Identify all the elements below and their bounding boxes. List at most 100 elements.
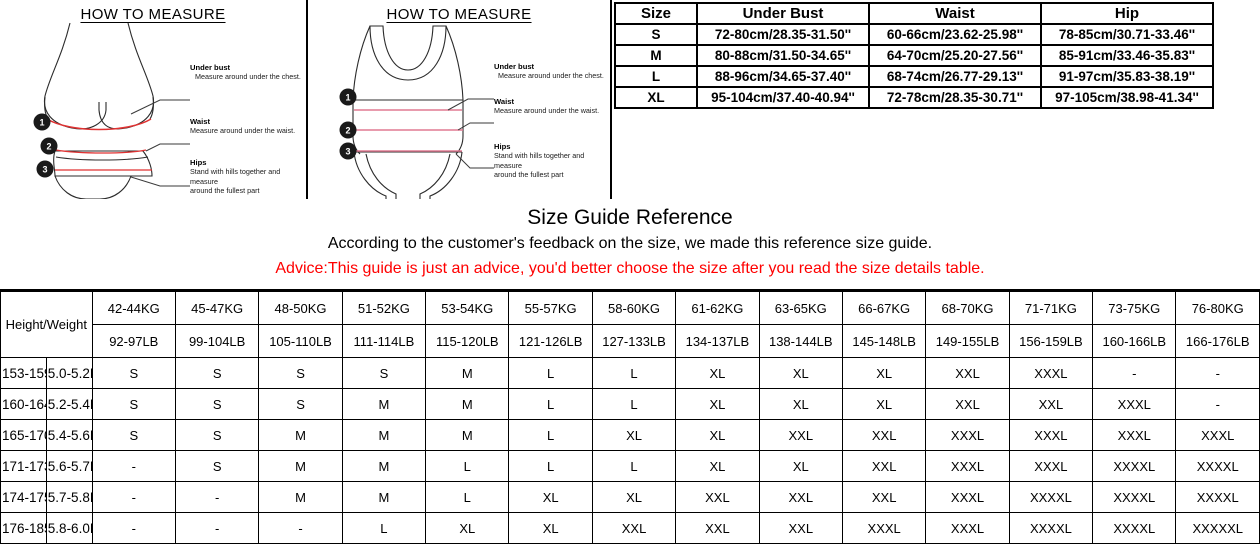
- marker-3-bikini: 3: [36, 160, 54, 178]
- size-cell: XXL: [591, 512, 677, 544]
- size-cell: XXL: [841, 419, 927, 451]
- label-heading: Under bust: [190, 63, 231, 72]
- size-cell: L: [425, 481, 510, 513]
- size-cell: S: [258, 357, 343, 389]
- size-cell: XXXXL: [1092, 481, 1177, 513]
- weight-lb-cell: 134-137LB: [675, 324, 760, 358]
- weight-lb-cell: 149-155LB: [925, 324, 1010, 358]
- label-desc-line1: Stand with hills together and measure: [190, 167, 281, 186]
- table-row: 165-170CM 5.4-5.6FT S S M M M L XL XL XX…: [0, 419, 1260, 451]
- size-cell: S: [174, 357, 260, 389]
- size-cell: XXXXL: [1008, 512, 1094, 544]
- label-desc: Measure around under the chest.: [195, 72, 301, 82]
- cell-waist: 68-74cm/26.77-29.13'': [868, 65, 1042, 88]
- weight-lb-cell: 92-97LB: [91, 324, 176, 358]
- size-cell: XXL: [925, 388, 1010, 420]
- header-under-bust: Under Bust: [696, 2, 870, 25]
- weight-kg-cell: 61-62KG: [675, 291, 760, 325]
- weight-lb-header-row: 92-97LB 99-104LB 105-110LB 111-114LB 115…: [1, 324, 1260, 358]
- label-desc: Measure around under the waist.: [494, 106, 600, 116]
- weight-kg-cell: 45-47KG: [174, 291, 260, 325]
- label-heading: Waist: [494, 97, 514, 106]
- weight-lb-cell: 138-144LB: [758, 324, 843, 358]
- height-cm-cell: 176-185CM: [0, 512, 47, 544]
- size-cell: XL: [508, 481, 593, 513]
- size-cell: XXL: [925, 357, 1010, 389]
- size-cell: XL: [758, 388, 843, 420]
- weight-kg-cell: 76-80KG: [1175, 291, 1260, 325]
- size-cell: XXXL: [1175, 419, 1260, 451]
- table-row: 176-185CM 5.8-6.0FT - - - L XL XL XXL XX…: [0, 512, 1260, 544]
- cell-hip: 78-85cm/30.71-33.46'': [1040, 23, 1214, 46]
- cell-hip: 97-105cm/38.98-41.34'': [1040, 86, 1214, 109]
- size-cell: XXXL: [925, 481, 1010, 513]
- size-cell: S: [174, 419, 260, 451]
- size-cell: M: [258, 481, 343, 513]
- size-cell: XXL: [758, 419, 843, 451]
- size-detail-table-wrap: Size Under Bust Waist Hip S 72-80cm/28.3…: [612, 0, 1260, 199]
- size-cell: XXXL: [1092, 388, 1177, 420]
- size-cell: L: [508, 388, 593, 420]
- size-cell: XL: [675, 450, 760, 482]
- size-cell: XXL: [841, 481, 927, 513]
- label-desc-line1: Stand with hills together and measure: [494, 151, 585, 170]
- cell-under-bust: 80-88cm/31.50-34.65'': [696, 44, 870, 67]
- weight-lb-cell: 105-110LB: [258, 324, 343, 358]
- height-cm-cell: 153-159CM: [0, 357, 47, 389]
- size-cell: L: [341, 512, 427, 544]
- size-cell: M: [425, 357, 510, 389]
- height-cm-cell: 165-170CM: [0, 419, 47, 451]
- cell-size: L: [614, 65, 698, 88]
- label-hips-onepiece: Hips Stand with hills together and measu…: [494, 142, 610, 180]
- marker-1-onepiece: 1: [339, 88, 357, 106]
- size-cell: -: [1175, 357, 1260, 389]
- size-cell: L: [508, 419, 593, 451]
- weight-kg-cell: 42-44KG: [91, 291, 176, 325]
- size-cell: -: [258, 512, 343, 544]
- label-waist-bikini: Waist Measure around under the waist.: [190, 117, 295, 136]
- size-cell: XL: [591, 419, 677, 451]
- size-cell: M: [341, 388, 427, 420]
- cell-under-bust: 88-96cm/34.65-37.40'': [696, 65, 870, 88]
- size-cell: S: [91, 388, 176, 420]
- size-cell: XL: [675, 357, 760, 389]
- height-cm-cell: 174-175CM: [0, 481, 47, 513]
- size-cell: XL: [841, 388, 927, 420]
- size-cell: S: [258, 388, 343, 420]
- size-cell: S: [91, 419, 176, 451]
- reference-advice: Advice:This guide is just an advice, you…: [275, 260, 985, 278]
- size-cell: M: [341, 481, 427, 513]
- height-ft-cell: 5.7-5.8FT: [45, 481, 93, 513]
- size-cell: XXXL: [841, 512, 927, 544]
- label-desc-line2: around the fullest part: [190, 186, 260, 196]
- table-row: L 88-96cm/34.65-37.40'' 68-74cm/26.77-29…: [614, 65, 1214, 88]
- weight-lb-cell: 166-176LB: [1175, 324, 1260, 358]
- size-cell: M: [425, 388, 510, 420]
- size-cell: XL: [758, 357, 843, 389]
- weight-lb-cell: 156-159LB: [1008, 324, 1094, 358]
- size-cell: XXXXL: [1008, 481, 1094, 513]
- size-cell: M: [341, 450, 427, 482]
- label-under-bust-onepiece: Under bust Measure around under the ches…: [494, 62, 604, 81]
- height-cm-cell: 160-164CM: [0, 388, 47, 420]
- weight-lb-cell: 99-104LB: [174, 324, 260, 358]
- svg-text:2: 2: [46, 142, 51, 152]
- weight-kg-cell: 66-67KG: [841, 291, 927, 325]
- size-cell: XXXL: [1008, 450, 1094, 482]
- weight-kg-cell: 55-57KG: [508, 291, 593, 325]
- size-cell: L: [508, 450, 593, 482]
- cell-size: S: [614, 23, 698, 46]
- weight-kg-cell: 63-65KG: [758, 291, 843, 325]
- marker-1-bikini: 1: [33, 113, 51, 131]
- size-cell: XL: [675, 419, 760, 451]
- size-cell: -: [174, 512, 260, 544]
- size-cell: -: [91, 481, 176, 513]
- weight-kg-cell: 51-52KG: [341, 291, 427, 325]
- cell-under-bust: 95-104cm/37.40-40.94'': [696, 86, 870, 109]
- size-cell: S: [174, 388, 260, 420]
- label-waist-onepiece: Waist Measure around under the waist.: [494, 97, 600, 116]
- header-size: Size: [614, 2, 698, 25]
- size-cell: L: [591, 450, 677, 482]
- size-cell: XXL: [1008, 388, 1094, 420]
- page-title: Size Guide Reference: [527, 206, 733, 229]
